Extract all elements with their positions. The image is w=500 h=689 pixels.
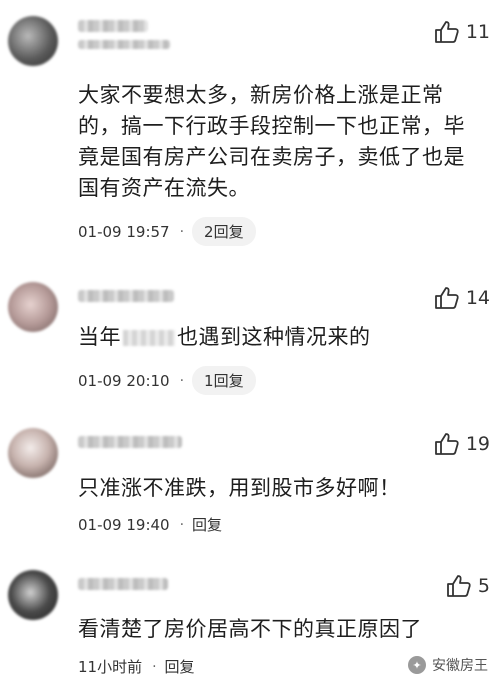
like-count: 19 [465,433,490,455]
thumbs-up-icon [434,21,459,43]
like-button[interactable]: 14 [434,286,490,310]
reply-button[interactable]: 回复 [165,656,195,677]
username-blurred[interactable] [78,578,168,590]
comment-text: 当年 也遇到这种情况来的 [78,322,478,353]
reply-button[interactable]: 回复 [192,514,222,535]
like-count: 14 [465,287,490,309]
redacted-word [123,330,175,346]
watermark-label: 安徽房王 [432,658,488,674]
username-blurred[interactable] [78,20,148,32]
avatar[interactable] [8,570,58,620]
comment-time: 11小时前 [78,658,143,676]
separator-dot: · [179,223,185,240]
comment-meta: 11小时前 · 回复 [78,656,195,677]
user-subtitle-blurred [78,40,170,49]
username-blurred[interactable] [78,290,174,302]
thumbs-up-icon [434,433,459,455]
comment-meta: 01-09 19:57 · 2回复 [78,217,256,246]
comment-time: 01-09 19:57 [78,222,170,241]
thumbs-up-icon [447,575,471,597]
comment-text-start: 当年 [78,325,121,349]
comment-meta: 01-09 20:10 · 1回复 [78,366,256,395]
reply-button[interactable]: 1回复 [192,366,256,395]
like-button[interactable]: 19 [434,432,490,456]
separator-dot: · [152,658,157,675]
like-button[interactable]: 11 [434,20,490,44]
comment-time: 01-09 20:10 [78,371,170,390]
avatar[interactable] [8,282,58,332]
comment-text: 大家不要想太多，新房价格上涨是正常的，搞一下行政手段控制一下也正常，毕竟是国有房… [78,83,465,200]
comment-text-end: 也遇到这种情况来的 [177,325,371,349]
reply-button[interactable]: 2回复 [192,217,256,246]
wechat-icon: ✦ [408,656,426,674]
comment-text: 只准涨不准跌，用到股市多好啊！ [78,476,401,500]
like-count: 5 [477,575,490,597]
watermark: ✦ 安徽房王 [408,655,488,675]
separator-dot: · [179,516,185,533]
comment-time: 01-09 19:40 [78,515,170,534]
comment-text: 看清楚了房价居高不下的真正原因了 [78,617,422,641]
like-button[interactable]: 5 [446,574,490,598]
avatar[interactable] [8,428,58,478]
avatar[interactable] [8,16,58,66]
separator-dot: · [179,372,185,389]
username-blurred[interactable] [78,436,182,448]
comment-meta: 01-09 19:40 · 回复 [78,514,222,535]
like-count: 11 [465,21,490,43]
thumbs-up-icon [434,287,459,309]
